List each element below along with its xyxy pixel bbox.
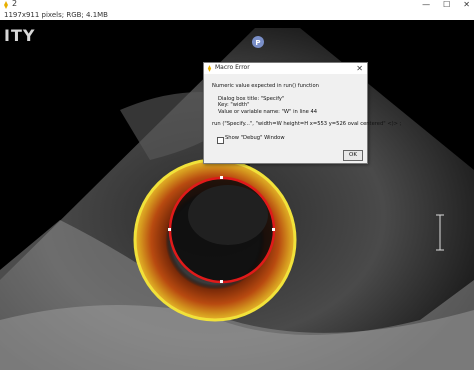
dialog-message: Numeric value expected in run() function… [212, 83, 401, 128]
image-corner-label: ITY [4, 26, 36, 45]
ok-button[interactable]: OK [343, 150, 363, 161]
minimize-button[interactable]: — [422, 0, 430, 10]
probe-marker-label: P [255, 39, 260, 47]
window-title: 2 [12, 0, 18, 8]
roi-handle[interactable] [220, 280, 223, 283]
dialog-title: Macro Error [215, 64, 250, 71]
image-info-text: 1197x911 pixels; RGB; 4.1MB [4, 11, 108, 19]
roi-handle[interactable] [272, 228, 275, 231]
roi-handle[interactable] [220, 176, 223, 179]
close-button[interactable]: ✕ [463, 0, 470, 10]
imagej-icon [4, 1, 8, 9]
dialog-titlebar: Macro Error ✕ [204, 63, 367, 74]
roi-handle[interactable] [168, 228, 171, 231]
message-line: run ("Specify...", "width=W height=H x=5… [212, 121, 402, 128]
image-info-bar: 1197x911 pixels; RGB; 4.1MB [0, 10, 474, 20]
imagej-icon [207, 65, 212, 72]
show-debug-label: Show "Debug" Window [225, 135, 285, 141]
maximize-button[interactable]: ☐ [443, 0, 450, 10]
show-debug-checkbox[interactable] [217, 137, 224, 144]
macro-error-dialog: Macro Error ✕ Numeric value expected in … [203, 62, 401, 164]
dialog-close-button[interactable]: ✕ [356, 63, 363, 74]
